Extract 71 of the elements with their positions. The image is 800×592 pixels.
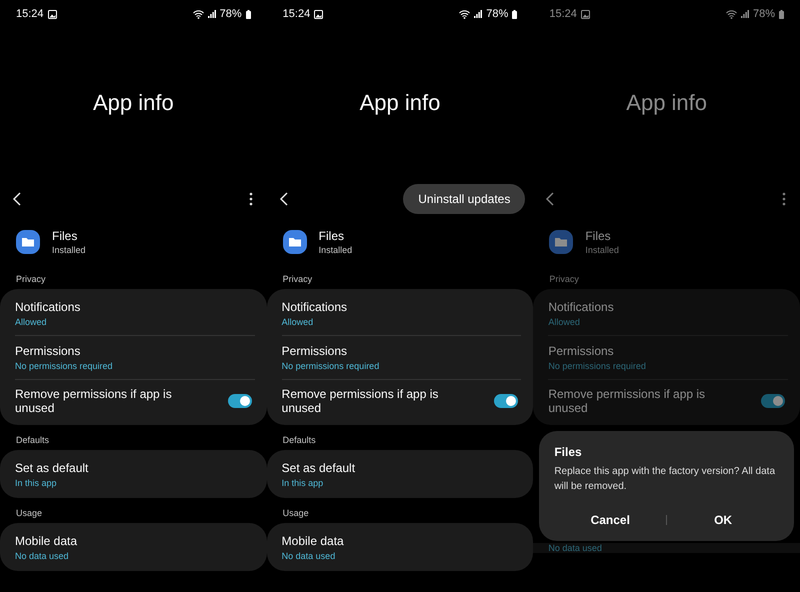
row-title: Permissions xyxy=(15,344,82,358)
toggle-switch[interactable] xyxy=(228,394,252,408)
signal-icon xyxy=(208,10,216,18)
dialog-button[interactable]: Cancel xyxy=(554,505,666,535)
app-status: Installed xyxy=(585,245,619,255)
wifi-icon xyxy=(459,10,470,18)
row-subtitle: In this app xyxy=(282,478,324,488)
dialog-message: Replace this app with the factory version? All data will be removed. xyxy=(554,465,776,494)
row-subtitle: Allowed xyxy=(15,316,48,326)
section-label: Privacy xyxy=(282,274,312,284)
uninstall-updates-menu-item[interactable]: Uninstall updates xyxy=(403,184,526,214)
row-subtitle: No data used xyxy=(15,550,70,560)
folder-app-icon xyxy=(549,230,574,254)
row-title: Remove permissions if app is unused xyxy=(15,387,173,415)
row-subtitle: No data used xyxy=(282,550,336,560)
row-title: Remove permissions if app is unused xyxy=(282,387,440,415)
row-subtitle: No data used xyxy=(548,543,603,553)
wifi-icon xyxy=(726,10,737,18)
section-label: Defaults xyxy=(16,435,50,445)
back-icon[interactable] xyxy=(12,192,22,206)
battery-level: 78% xyxy=(486,8,508,20)
section-label: Privacy xyxy=(16,274,46,284)
app-name: Files xyxy=(585,229,612,243)
row-subtitle: No permissions required xyxy=(548,360,647,370)
back-icon[interactable] xyxy=(278,192,289,206)
row-subtitle: Allowed xyxy=(548,316,581,326)
image-icon xyxy=(48,10,57,18)
row-subtitle: No permissions required xyxy=(15,360,114,370)
app-status: Installed xyxy=(318,245,352,255)
dialog-title: Files xyxy=(554,445,583,459)
row-title: Set as default xyxy=(15,460,90,474)
row-title: Remove permissions if app is unused xyxy=(548,387,706,415)
page-title: App info xyxy=(626,90,708,116)
section-label: Usage xyxy=(16,508,42,518)
battery-icon xyxy=(778,10,784,18)
page-title: App info xyxy=(360,90,440,116)
row-title: Mobile data xyxy=(282,534,345,548)
battery-level: 78% xyxy=(220,8,242,20)
section-label: Defaults xyxy=(282,435,316,445)
row-title: Mobile data xyxy=(15,534,78,548)
section-label: Privacy xyxy=(549,274,579,284)
toggle-switch[interactable] xyxy=(760,394,785,408)
app-name: Files xyxy=(318,229,345,243)
app-name: Files xyxy=(52,229,78,243)
app-status: Installed xyxy=(52,245,86,255)
battery-icon xyxy=(512,10,518,18)
signal-icon xyxy=(740,10,749,18)
image-icon xyxy=(580,10,590,18)
folder-app-icon xyxy=(282,230,307,254)
clock: 15:24 xyxy=(282,8,310,20)
dialog-button[interactable]: OK xyxy=(667,505,779,535)
row-subtitle: Allowed xyxy=(282,316,314,326)
toggle-switch[interactable] xyxy=(494,394,518,408)
signal-icon xyxy=(474,10,482,18)
row-title: Notifications xyxy=(15,300,82,314)
image-icon xyxy=(314,10,324,18)
row-subtitle: In this app xyxy=(15,478,58,488)
row-subtitle: No permissions required xyxy=(282,360,380,370)
row-title: Set as default xyxy=(282,460,356,474)
row-title: Notifications xyxy=(548,300,615,314)
clock: 15:24 xyxy=(549,8,577,20)
wifi-icon xyxy=(192,10,204,18)
page-title: App info xyxy=(92,90,174,116)
clock: 15:24 xyxy=(16,8,44,20)
battery-icon xyxy=(246,10,251,18)
folder-app-icon xyxy=(16,230,40,254)
section-label: Usage xyxy=(282,508,309,518)
row-title: Permissions xyxy=(282,344,348,358)
row-title: Permissions xyxy=(548,344,615,358)
battery-level: 78% xyxy=(752,8,775,20)
row-title: Notifications xyxy=(282,300,348,314)
